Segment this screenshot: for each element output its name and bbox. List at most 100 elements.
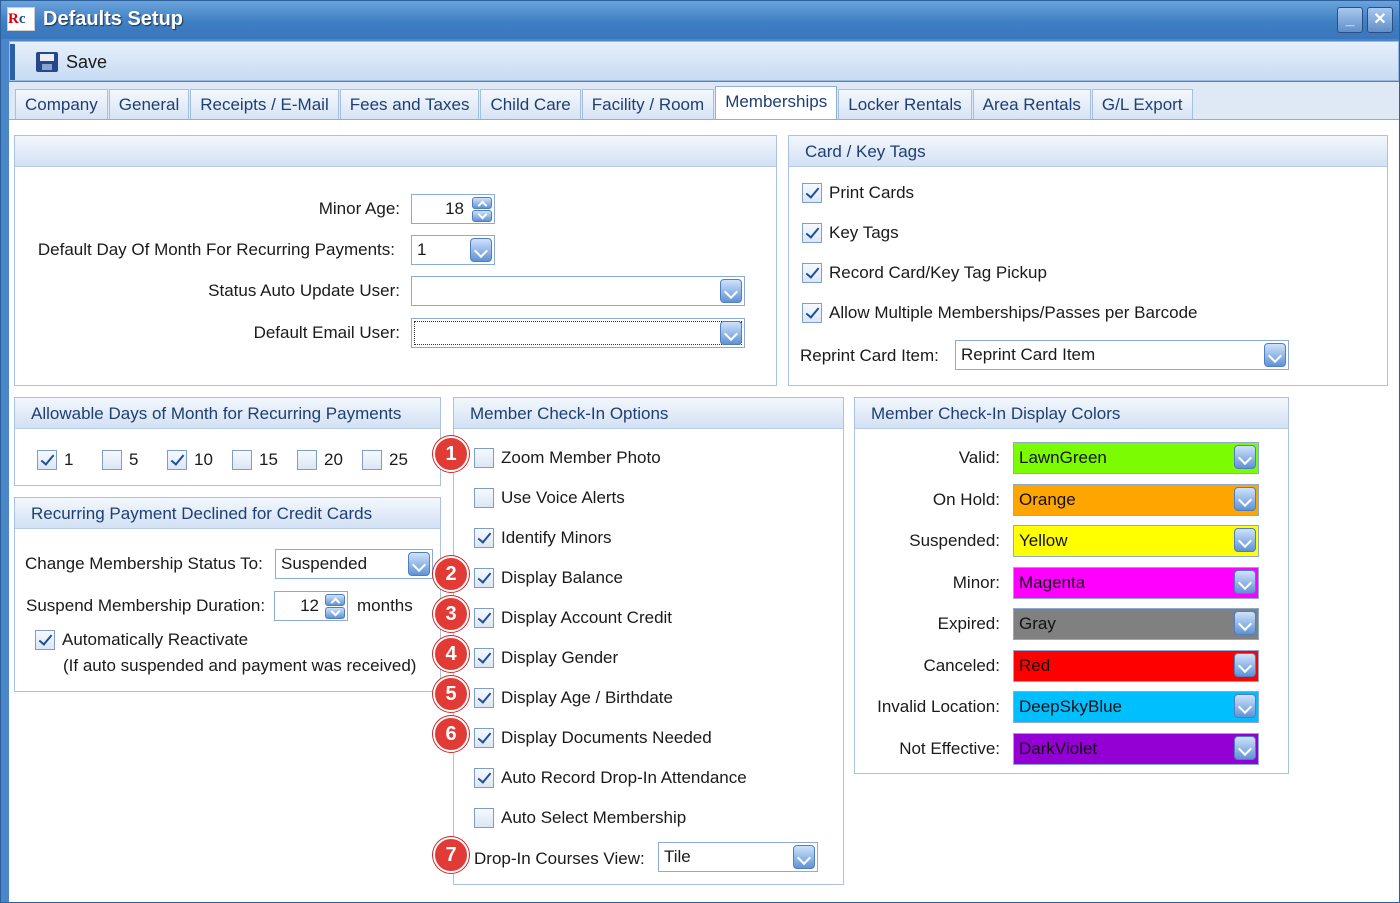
- card-key-option[interactable]: Key Tags: [802, 223, 899, 243]
- checkbox-icon[interactable]: [35, 630, 55, 650]
- color-select[interactable]: Orange: [1013, 483, 1259, 516]
- minor-age-stepper[interactable]: 18: [411, 194, 495, 224]
- checkin-option[interactable]: Zoom Member Photo: [474, 448, 661, 468]
- tab-receipts-e-mail[interactable]: Receipts / E-Mail: [190, 89, 339, 120]
- checkin-option-label: Auto Record Drop-In Attendance: [501, 768, 747, 787]
- checkbox-icon[interactable]: [474, 488, 494, 508]
- reprint-card-select[interactable]: Reprint Card Item: [955, 340, 1289, 370]
- auto-reactivate-checkbox[interactable]: Automatically Reactivate: [35, 630, 248, 650]
- callout-marker: 3: [433, 596, 469, 632]
- chevron-down-icon[interactable]: [1234, 611, 1256, 635]
- spin-up-icon[interactable]: [325, 594, 345, 606]
- checkin-option[interactable]: Display Age / Birthdate: [474, 688, 673, 708]
- suspend-duration-stepper[interactable]: 12: [274, 591, 348, 621]
- tab-company[interactable]: Company: [15, 89, 108, 120]
- day-option[interactable]: 5: [102, 450, 138, 470]
- card-key-option[interactable]: Allow Multiple Memberships/Passes per Ba…: [802, 303, 1198, 323]
- checkbox-icon[interactable]: [802, 303, 822, 323]
- chevron-down-icon[interactable]: [1234, 694, 1256, 718]
- tab-g-l-export[interactable]: G/L Export: [1091, 89, 1193, 120]
- checkin-option[interactable]: Display Account Credit: [474, 608, 672, 628]
- card-key-option[interactable]: Print Cards: [802, 183, 914, 203]
- title-bar[interactable]: Rc Defaults Setup _ ✕: [1, 1, 1399, 39]
- checkbox-icon[interactable]: [474, 808, 494, 828]
- spin-down-icon[interactable]: [472, 210, 492, 222]
- checkbox-icon[interactable]: [362, 450, 382, 470]
- status-user-select[interactable]: [411, 276, 745, 306]
- tab-general[interactable]: General: [108, 89, 190, 120]
- checkin-option[interactable]: Display Gender: [474, 648, 618, 668]
- chevron-down-icon[interactable]: [793, 845, 815, 869]
- chevron-down-icon[interactable]: [1234, 735, 1256, 760]
- chevron-down-icon[interactable]: [1234, 528, 1256, 552]
- tab-memberships[interactable]: Memberships: [715, 86, 838, 120]
- chevron-down-icon[interactable]: [1234, 569, 1256, 594]
- color-select[interactable]: Yellow: [1013, 525, 1259, 557]
- checkbox-icon[interactable]: [167, 450, 187, 470]
- checkbox-icon[interactable]: [102, 450, 122, 470]
- suspend-duration-spin[interactable]: [325, 594, 345, 619]
- chevron-down-icon[interactable]: [1234, 486, 1256, 511]
- color-select[interactable]: DeepSkyBlue: [1013, 691, 1259, 723]
- courses-view-label: Drop-In Courses View:: [474, 849, 645, 868]
- minimize-button[interactable]: _: [1337, 7, 1363, 33]
- tab-facility-room[interactable]: Facility / Room: [581, 89, 715, 120]
- minor-age-spin[interactable]: [472, 197, 492, 222]
- chevron-down-icon[interactable]: [470, 238, 492, 262]
- change-status-select[interactable]: Suspended: [275, 549, 433, 579]
- day-option[interactable]: 15: [232, 450, 278, 470]
- checkin-option[interactable]: Display Documents Needed: [474, 728, 712, 748]
- checkbox-icon[interactable]: [802, 263, 822, 283]
- spin-down-icon[interactable]: [325, 607, 345, 619]
- checkin-options-group: Member Check-In Options Zoom Member Phot…: [453, 397, 844, 885]
- close-button[interactable]: ✕: [1367, 7, 1393, 33]
- color-select[interactable]: LawnGreen: [1013, 442, 1259, 474]
- day-option-label: 1: [64, 450, 74, 469]
- courses-view-value: Tile: [664, 847, 691, 866]
- checkbox-icon[interactable]: [474, 448, 494, 468]
- checkbox-icon[interactable]: [232, 450, 252, 470]
- chevron-down-icon[interactable]: [1234, 445, 1256, 469]
- default-day-select[interactable]: 1: [411, 235, 495, 265]
- checkin-option[interactable]: Use Voice Alerts: [474, 488, 625, 508]
- courses-view-select[interactable]: Tile: [658, 842, 818, 872]
- save-button[interactable]: Save: [36, 48, 107, 76]
- checkbox-icon[interactable]: [802, 183, 822, 203]
- default-day-label: Default Day Of Month For Recurring Payme…: [37, 240, 395, 259]
- checkin-option[interactable]: Auto Select Membership: [474, 808, 686, 828]
- chevron-down-icon[interactable]: [1234, 652, 1256, 677]
- day-option[interactable]: 20: [297, 450, 343, 470]
- checkbox-icon[interactable]: [474, 688, 494, 708]
- checkin-option[interactable]: Display Balance: [474, 568, 623, 588]
- checkbox-icon[interactable]: [297, 450, 317, 470]
- email-user-select[interactable]: [411, 318, 745, 348]
- day-option-label: 25: [389, 450, 408, 469]
- day-option[interactable]: 1: [37, 450, 73, 470]
- checkbox-icon[interactable]: [474, 728, 494, 748]
- color-select[interactable]: DarkViolet: [1013, 732, 1259, 765]
- color-select[interactable]: Gray: [1013, 608, 1259, 640]
- tab-area-rentals[interactable]: Area Rentals: [972, 89, 1091, 120]
- checkbox-icon[interactable]: [37, 450, 57, 470]
- chevron-down-icon[interactable]: [720, 321, 742, 345]
- color-select[interactable]: Magenta: [1013, 566, 1259, 599]
- tab-locker-rentals[interactable]: Locker Rentals: [838, 89, 972, 120]
- tab-child-care[interactable]: Child Care: [480, 89, 581, 120]
- spin-up-icon[interactable]: [472, 197, 492, 209]
- color-select[interactable]: Red: [1013, 649, 1259, 682]
- checkbox-icon[interactable]: [474, 568, 494, 588]
- checkin-option[interactable]: Auto Record Drop-In Attendance: [474, 768, 747, 788]
- chevron-down-icon[interactable]: [1264, 343, 1286, 367]
- checkbox-icon[interactable]: [474, 648, 494, 668]
- checkbox-icon[interactable]: [802, 223, 822, 243]
- tab-fees-and-taxes[interactable]: Fees and Taxes: [339, 89, 480, 120]
- card-key-option[interactable]: Record Card/Key Tag Pickup: [802, 263, 1047, 283]
- chevron-down-icon[interactable]: [720, 279, 742, 303]
- day-option[interactable]: 10: [167, 450, 213, 470]
- checkbox-icon[interactable]: [474, 768, 494, 788]
- chevron-down-icon[interactable]: [408, 552, 430, 576]
- day-option[interactable]: 25: [362, 450, 408, 470]
- checkin-option[interactable]: Identify Minors: [474, 528, 612, 548]
- checkbox-icon[interactable]: [474, 528, 494, 548]
- checkbox-icon[interactable]: [474, 608, 494, 628]
